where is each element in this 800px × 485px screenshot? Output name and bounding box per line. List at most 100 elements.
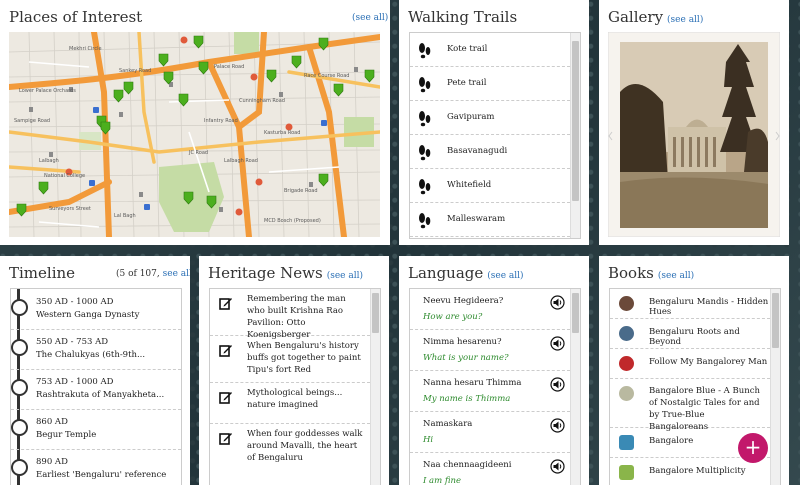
list-item[interactable]: Malleswaram — [410, 203, 570, 237]
timeline-date: 860 AD — [36, 417, 68, 427]
list-item[interactable]: Bangalore Blue - A Bunch of Nostalgic Ta… — [610, 379, 770, 432]
timeline-see-all[interactable]: see all) — [163, 269, 190, 279]
news-headline: Remembering the man who built Krishna Ra… — [247, 294, 346, 340]
timeline-text: Western Ganga Dynasty — [36, 310, 140, 320]
list-item[interactable]: Neevu Hegideera? How are you? — [410, 289, 570, 330]
news-scrollbar[interactable] — [370, 289, 380, 485]
speaker-icon[interactable] — [550, 377, 565, 392]
trail-label: Gavipuram — [447, 112, 495, 122]
news-list[interactable]: Remembering the man who built Krishna Ra… — [209, 288, 381, 485]
places-see-all[interactable]: (see all) — [352, 13, 388, 23]
phrase-text: Nimma hesarenu? — [423, 337, 502, 347]
list-item[interactable]: When four goddesses walk around Mavalli,… — [210, 424, 370, 470]
timeline-title: Timeline — [9, 264, 76, 282]
places-map[interactable]: Mekhri Circle Sankey Road Palace Road Ra… — [9, 32, 380, 237]
phrase-meaning: I am fine — [423, 476, 462, 485]
timeline-list[interactable]: 350 AD - 1000 AD Western Ganga Dynasty 5… — [10, 288, 182, 485]
timeline-node — [11, 379, 28, 396]
timeline-date: 350 AD - 1000 AD — [36, 297, 114, 307]
list-item[interactable]: Remembering the man who built Krishna Ra… — [210, 289, 370, 340]
speaker-icon[interactable] — [550, 336, 565, 351]
list-item[interactable]: Kote trail — [410, 33, 570, 67]
speaker-icon[interactable] — [550, 295, 565, 310]
places-panel: Places of Interest (see all) Mekhri Circ… — [0, 0, 390, 245]
book-title: Bangalore Multiplicity — [649, 466, 746, 476]
language-list[interactable]: Neevu Hegideera? How are you? Nimma hesa… — [409, 288, 581, 485]
language-title: Language (see all) — [408, 264, 524, 282]
map-label: Lalbagh — [39, 158, 59, 164]
trail-label: Pete trail — [447, 78, 487, 88]
list-item[interactable]: 753 AD - 1000 AD Rashtrakuta of Manyakhe… — [11, 369, 181, 410]
timeline-count: (5 of 107, — [116, 269, 160, 279]
gallery-title: Gallery (see all) — [608, 8, 704, 26]
news-title: Heritage News (see all) — [208, 264, 363, 282]
trails-panel: Walking Trails Kote trail Pete trail Gav… — [399, 0, 589, 245]
footprint-icon — [419, 77, 431, 93]
timeline-date: 890 AD — [36, 457, 68, 467]
list-item[interactable]: Naa chennaagideeni I am fine — [410, 453, 570, 485]
list-item[interactable]: 860 AD Begur Temple — [11, 409, 181, 450]
footprint-icon — [419, 213, 431, 229]
list-item[interactable]: Bengaluru Mandis - Hidden Hues — [610, 289, 770, 319]
edit-icon — [219, 433, 232, 445]
list-item[interactable]: 890 AD Earliest 'Bengaluru' reference — [11, 449, 181, 485]
timeline-date: 550 AD - 753 AD — [36, 337, 109, 347]
books-scrollbar[interactable] — [770, 289, 780, 485]
trails-scrollbar[interactable] — [570, 33, 580, 238]
phrase-meaning: What is your name? — [423, 353, 509, 363]
list-item[interactable]: Namaskara Hi — [410, 412, 570, 453]
list-item[interactable]: Bangalore Multiplicity — [610, 458, 770, 485]
trails-list[interactable]: Kote trail Pete trail Gavipuram Basavana… — [409, 32, 581, 239]
timeline-node — [11, 419, 28, 436]
list-item[interactable]: Pete trail — [410, 67, 570, 101]
list-item[interactable]: Mythological beings... nature imagined — [210, 383, 370, 424]
gallery-panel: Gallery (see all) — [599, 0, 789, 245]
list-item[interactable]: Nimma hesarenu? What is your name? — [410, 330, 570, 371]
edit-icon — [219, 392, 232, 404]
places-title: Places of Interest — [9, 8, 143, 26]
map-label: Palace Road — [214, 64, 244, 70]
timeline-text: Begur Temple — [36, 430, 97, 440]
books-panel: Books (see all) Bengaluru Mandis - Hidden… — [599, 256, 789, 485]
list-item[interactable]: 350 AD - 1000 AD Western Ganga Dynasty — [11, 289, 181, 330]
trails-title: Walking Trails — [408, 8, 518, 26]
list-item[interactable]: Whitefield — [410, 169, 570, 203]
list-item[interactable]: Basavanagudi — [410, 135, 570, 169]
list-item[interactable]: When Bengaluru's history buffs got toget… — [210, 336, 370, 383]
list-item[interactable]: Nanna hesaru Thimma My name is Thimma — [410, 371, 570, 412]
book-cover — [619, 296, 634, 311]
speaker-icon[interactable] — [550, 418, 565, 433]
trail-label: Basavanagudi — [447, 146, 508, 156]
map-label: Lalbagh Road — [224, 158, 258, 164]
book-title: Bangalore — [649, 436, 694, 446]
gallery-photo[interactable] — [608, 32, 780, 237]
map-label: Lal Bagh — [114, 213, 136, 219]
speaker-icon[interactable] — [550, 459, 565, 474]
phrase-text: Neevu Hegideera? — [423, 296, 504, 306]
language-scrollbar[interactable] — [570, 289, 580, 485]
edit-icon — [219, 298, 232, 310]
timeline-date: 753 AD - 1000 AD — [36, 377, 114, 387]
news-see-all[interactable]: (see all) — [327, 271, 363, 281]
book-title: Bengaluru Mandis - Hidden Hues — [649, 297, 769, 317]
add-button[interactable]: + — [738, 433, 768, 463]
list-item[interactable]: 550 AD - 753 AD The Chalukyas (6th-9th..… — [11, 329, 181, 370]
map-label: National College — [44, 173, 85, 179]
footprint-icon — [419, 43, 431, 59]
list-item[interactable]: Follow My Bangalorey Man — [610, 349, 770, 379]
books-see-all[interactable]: (see all) — [658, 271, 694, 281]
map-label: Kasturba Road — [264, 130, 300, 136]
news-headline: Mythological beings... nature imagined — [247, 388, 343, 410]
timeline-text: Rashtrakuta of Manyakheta... — [36, 390, 165, 400]
list-item[interactable]: Bengaluru Roots and Beyond — [610, 319, 770, 349]
timeline-panel: Timeline (5 of 107, see all) 350 AD - 10… — [0, 256, 190, 485]
phrase-text: Namaskara — [423, 419, 473, 429]
news-headline: When four goddesses walk around Mavalli,… — [247, 429, 363, 463]
gallery-see-all[interactable]: (see all) — [667, 15, 703, 25]
language-see-all[interactable]: (see all) — [487, 271, 523, 281]
news-panel: Heritage News (see all) Remembering the m… — [199, 256, 389, 485]
list-item[interactable]: Gavipuram — [410, 101, 570, 135]
map-label: Race Course Road — [304, 73, 349, 79]
timeline-node — [11, 459, 28, 476]
map-label: Mekhri Circle — [69, 46, 102, 52]
